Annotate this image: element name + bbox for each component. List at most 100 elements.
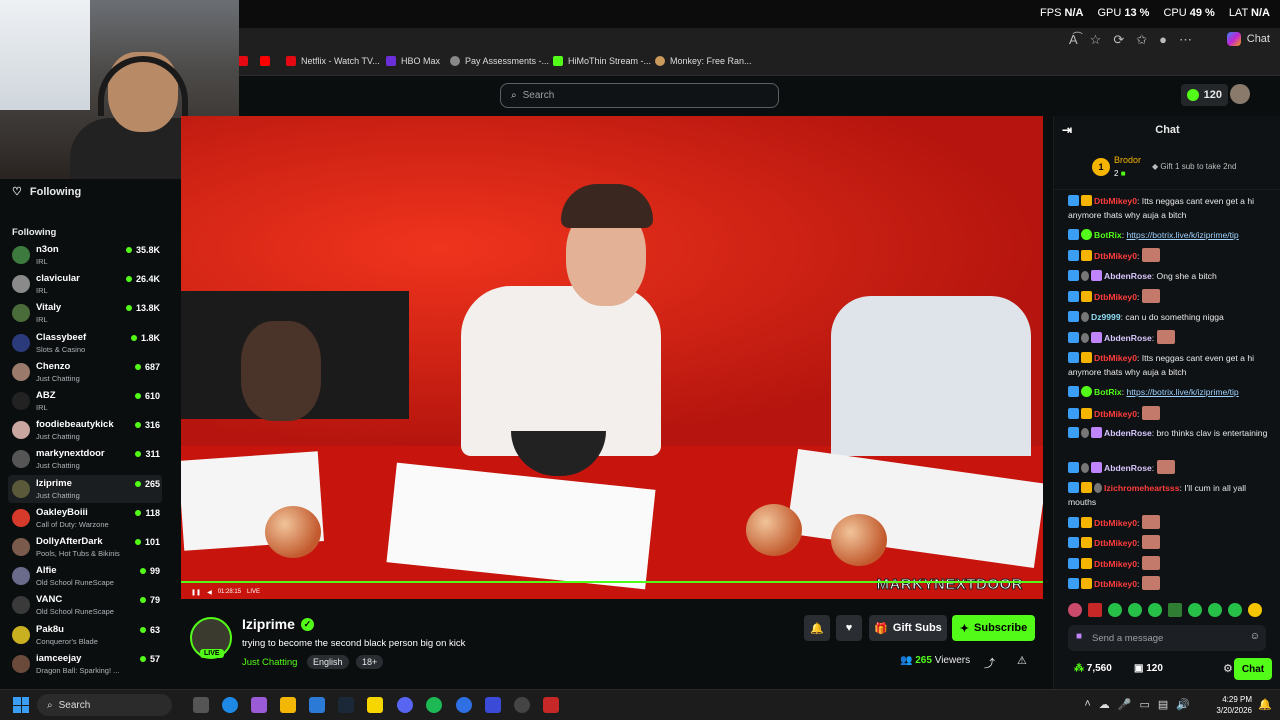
network-icon[interactable]: ▤ [1158,698,1168,711]
sidebar-channel-n3on[interactable]: n3on IRL 35.8K [8,241,162,269]
chat-username[interactable]: DtbMikey0 [1094,559,1137,569]
emote-icon[interactable] [1068,603,1082,617]
emote-icon[interactable] [1228,603,1242,617]
bookmark-hbo[interactable]: HBO Max [386,56,440,66]
user-avatar[interactable] [1230,84,1250,104]
copilot-button[interactable]: Chat [1226,32,1270,46]
streamer-name[interactable]: Iziprime ✓ [242,616,314,632]
start-windows-icon[interactable] [13,697,29,713]
search-input[interactable]: ⌕ Search [500,83,779,108]
chat-gift-count[interactable]: ▣ 120 [1134,663,1163,674]
chat-username[interactable]: AbdenRose [1104,463,1152,473]
subscribe-button[interactable]: ✦ Subscribe [952,615,1035,641]
chat-input[interactable]: ■ Send a message ☺ [1068,625,1266,651]
bookmark-netflix[interactable]: Netflix - Watch TV... [286,56,380,66]
chat-username[interactable]: BotRix [1094,387,1122,397]
tag-age[interactable]: 18+ [356,655,384,669]
pause-icon[interactable]: ❚❚ [191,589,201,596]
notifications-icon[interactable]: 🔔 [1258,698,1272,711]
sidebar-channel-markynextdoor[interactable]: markynextdoor Just Chatting 311 [8,445,162,473]
microphone-icon[interactable]: 🎤 [1118,698,1132,711]
sidebar-channel-iamceejay[interactable]: iamceejay Dragon Ball: Sparking! ... 57 [8,650,162,678]
chat-username[interactable]: BotRix [1094,230,1122,240]
emote-icon[interactable] [1248,603,1262,617]
chevron-up-icon[interactable]: ˄ [1084,698,1090,711]
gift-leaderboard[interactable]: 1 Brodor 2 ■ ◆ Gift 1 sub to take 2nd [1054,146,1280,190]
taskbar-search[interactable]: ⌕ Search [37,694,172,716]
points-badge[interactable]: 120 [1180,84,1228,106]
gift-subs-button[interactable]: 🎁 Gift Subs [869,615,947,641]
app-icon[interactable] [456,697,472,713]
tag-language[interactable]: English [307,655,349,669]
emote-icon[interactable] [1168,603,1182,617]
stream-category[interactable]: Just Chatting [242,657,297,668]
sidebar-channel-abz[interactable]: ABZ IRL 610 [8,387,162,415]
chat-username[interactable]: AbdenRose [1104,271,1152,281]
send-chat-button[interactable]: Chat [1234,658,1272,680]
report-icon[interactable]: ⚠ [1017,654,1027,667]
spotify-icon[interactable] [426,697,442,713]
sidebar-channel-alfie[interactable]: Alfie Old School RuneScape 99 [8,562,162,590]
emote-icon[interactable] [1208,603,1222,617]
profile-icon[interactable]: ● [1159,32,1167,48]
tray-app-icon[interactable]: ▭ [1139,698,1149,711]
chat-username[interactable]: DtbMikey0 [1094,518,1137,528]
chat-username[interactable]: AbdenRose [1104,428,1152,438]
bookmark-youtube[interactable] [238,56,248,66]
sidebar-channel-pak8u[interactable]: Pak8u Conqueror's Blade 63 [8,621,162,649]
onedrive-icon[interactable]: ☁ [1099,698,1110,711]
video-player[interactable]: MARKYNEXTDOOR ❚❚ ◀ 01:28:15 LIVE [181,116,1043,599]
sticky-notes-icon[interactable] [367,697,383,713]
chat-username[interactable]: DtbMikey0 [1094,538,1137,548]
sidebar-channel-foodiebeautykick[interactable]: foodiebeautykick Just Chatting 316 [8,416,162,444]
settings-gear-icon[interactable]: ⚙ [1223,662,1233,675]
chat-username[interactable]: AbdenRose [1104,333,1152,343]
taskbar-clock[interactable]: 4:29 PM 3/20/2026 [1216,694,1252,716]
chat-username[interactable]: DtbMikey0 [1094,409,1137,419]
chat-username[interactable]: DtbMikey0 [1094,292,1137,302]
volume-icon[interactable]: ◀ [207,589,212,596]
refresh-icon[interactable]: ⟳ [1113,32,1124,48]
chat-username[interactable]: DtbMikey0 [1094,196,1137,206]
store-icon[interactable] [309,697,325,713]
following-nav-item[interactable]: ♡ Following [12,185,81,199]
chat-username[interactable]: Dz9999 [1091,312,1121,322]
read-aloud-icon[interactable]: A͡ [1069,32,1078,48]
emote-icon[interactable] [1188,603,1202,617]
bookmark-youtube-2[interactable] [260,56,270,66]
sidebar-channel-oakleyboiii[interactable]: OakleyBoiii Call of Duty: Warzone 118 [8,504,162,532]
share-icon[interactable]: ⤴ [984,655,995,671]
favorites-icon[interactable]: ✩ [1136,32,1147,48]
steam-icon[interactable] [338,697,354,713]
emote-icon[interactable] [1128,603,1142,617]
sidebar-channel-classybeef[interactable]: Classybeef Slots & Casino 1.8K [8,329,162,357]
emote-icon[interactable] [1148,603,1162,617]
bookmark-monkey[interactable]: Monkey: Free Ran... [655,56,752,66]
chat-username[interactable]: DtbMikey0 [1094,353,1137,363]
sidebar-channel-chenzo[interactable]: Chenzo Just Chatting 687 [8,358,162,386]
favorite-star-icon[interactable]: ☆ [1090,32,1102,48]
collapse-chat-icon[interactable]: ⇥ [1062,123,1072,137]
sidebar-channel-clavicular[interactable]: clavicular IRL 26.4K [8,270,162,298]
sidebar-channel-dollyafterdark[interactable]: DollyAfterDark Pools, Hot Tubs & Bikinis 1… [8,533,162,561]
sidebar-channel-vanc[interactable]: VANC Old School RuneScape 79 [8,591,162,619]
discord-icon[interactable] [397,697,413,713]
emoji-icon[interactable]: ☺ [1250,631,1260,642]
sidebar-channel-vitaly[interactable]: Vitaly IRL 13.8K [8,299,162,327]
copilot-app-icon[interactable] [251,697,267,713]
task-view-icon[interactable] [193,697,209,713]
chat-link[interactable]: https://botrix.live/k/iziprime/tip [1126,230,1238,240]
bookmark-himothin[interactable]: HiMoThin Stream -... [553,56,651,66]
obs-icon[interactable] [514,697,530,713]
sidebar-channel-iziprime[interactable]: Iziprime Just Chatting 265 [8,474,162,503]
chat-username[interactable]: Izichromeheartsss [1104,483,1179,493]
follow-heart-button[interactable]: ♥ [836,615,862,641]
chat-username[interactable]: DtbMikey0 [1094,579,1137,589]
recorder-icon[interactable] [543,697,559,713]
bookmark-pay-assessments[interactable]: Pay Assessments -... [450,56,549,66]
chat-username[interactable]: DtbMikey0 [1094,251,1137,261]
emote-icon[interactable] [1088,603,1102,617]
file-explorer-icon[interactable] [280,697,296,713]
more-icon[interactable]: ⋯ [1179,32,1192,48]
chat-link[interactable]: https://botrix.live/k/iziprime/tip [1126,387,1238,397]
